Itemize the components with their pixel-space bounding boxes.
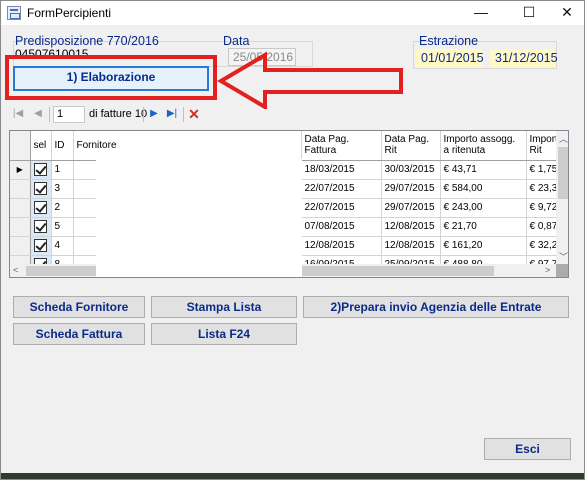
column-header-data-pag-fattura[interactable]: Data Pag. Fattura [301,131,382,161]
id-cell[interactable]: 1 [51,160,74,180]
esci-button[interactable]: Esci [484,438,571,460]
data-pag-rit-cell[interactable]: 12/08/2015 [381,236,441,256]
import-rit-cell[interactable]: € 32,2 [526,236,556,256]
import-rit-cell[interactable]: € 9,72 [526,198,556,218]
move-previous-icon[interactable]: ◀ [31,107,45,121]
import-rit-cell[interactable]: € 1,75 [526,160,556,180]
prepara-invio-button[interactable]: 2)Prepara invio Agenzia delle Entrate [303,296,569,318]
import-rit-cell[interactable]: € 23,3 [526,179,556,199]
importo-cell[interactable]: € 21,70 [440,217,527,237]
column-header-data-pag-rit[interactable]: Data Pag. Rit [381,131,441,161]
data-pag-fattura-cell[interactable]: 18/03/2015 [301,160,382,180]
importo-cell[interactable]: € 161,20 [440,236,527,256]
estrazione-label: Estrazione [419,34,479,48]
data-pag-rit-cell[interactable]: 30/03/2015 [381,160,441,180]
row-header[interactable]: ▶ [10,160,31,180]
predisposizione-label: Predisposizione 770/2016 [15,34,159,48]
data-pag-fattura-cell[interactable]: 12/08/2015 [301,236,382,256]
highlight-box [5,55,217,100]
column-header-fornitore[interactable]: Fornitore [73,131,302,161]
row-header-corner [10,131,31,161]
stampa-lista-button[interactable]: Stampa Lista [151,296,297,318]
close-button[interactable]: ✕ [550,1,584,25]
move-first-icon[interactable]: |◀ [11,107,25,121]
background-strip [1,473,584,479]
id-cell[interactable]: 3 [51,179,74,199]
lista-f24-button[interactable]: Lista F24 [151,323,297,345]
binding-navigator: |◀ ◀ 1 di fatture 10 ▶ ▶| ✕ [9,105,577,125]
vertical-scroll-thumb[interactable] [558,147,568,199]
data-label: Data [223,34,250,48]
row-header[interactable] [10,179,31,199]
scroll-up-icon[interactable]: ︿ [559,132,568,145]
data-pag-fattura-cell[interactable]: 22/07/2015 [301,179,382,199]
nav-separator [49,107,50,122]
form-window: FormPercipienti — ☐ ✕ Predisposizione 77… [0,0,585,480]
data-pag-rit-cell[interactable]: 12/08/2015 [381,217,441,237]
estrazione-to-field[interactable]: 31/12/2015 [490,49,558,67]
move-last-icon[interactable]: ▶| [165,107,179,121]
redacted-area [96,159,302,277]
row-header[interactable] [10,198,31,218]
sel-checkbox[interactable] [34,201,47,214]
grid-header-row: sel ID Fornitore Data Pag. Fattura Data … [10,131,556,161]
sel-checkbox-cell[interactable] [30,255,52,264]
title-bar: FormPercipienti — ☐ ✕ [1,1,584,25]
delete-icon[interactable]: ✕ [187,107,201,121]
data-pag-fattura-cell[interactable]: 22/07/2015 [301,198,382,218]
id-cell[interactable]: 8 [51,255,74,264]
column-header-id[interactable]: ID [51,131,74,161]
move-next-icon[interactable]: ▶ [147,107,161,121]
window-title: FormPercipienti [27,6,112,20]
importo-cell[interactable]: € 43,71 [440,160,527,180]
importo-cell[interactable]: € 488,80 [440,255,527,264]
column-header-importo[interactable]: Importo assogg. a ritenuta [440,131,527,161]
minimize-button[interactable]: — [464,1,498,25]
column-header-sel[interactable]: sel [30,131,52,161]
sel-checkbox[interactable] [34,239,47,252]
id-cell[interactable]: 4 [51,236,74,256]
scroll-left-icon[interactable]: < [13,265,18,275]
scroll-down-icon[interactable]: ﹀ [559,250,568,263]
scheda-fornitore-button[interactable]: Scheda Fornitore [13,296,145,318]
sel-checkbox-cell[interactable] [30,217,52,237]
sel-checkbox-cell[interactable] [30,236,52,256]
row-header[interactable] [10,217,31,237]
sel-checkbox[interactable] [34,163,47,176]
sel-checkbox[interactable] [34,220,47,233]
data-pag-rit-cell[interactable]: 25/09/2015 [381,255,441,264]
estrazione-from-field[interactable]: 01/01/2015 [416,49,484,67]
sel-checkbox-cell[interactable] [30,198,52,218]
data-pag-rit-cell[interactable]: 29/07/2015 [381,179,441,199]
data-pag-fattura-cell[interactable]: 16/09/2015 [301,255,382,264]
id-cell[interactable]: 2 [51,198,74,218]
scheda-fattura-button[interactable]: Scheda Fattura [13,323,145,345]
nav-separator [143,107,144,122]
import-rit-cell[interactable]: € 0,87 [526,217,556,237]
row-header[interactable] [10,255,31,264]
row-header[interactable] [10,236,31,256]
maximize-button[interactable]: ☐ [512,1,546,25]
red-arrow-icon [217,51,403,109]
data-pag-fattura-cell[interactable]: 07/08/2015 [301,217,382,237]
importo-cell[interactable]: € 243,00 [440,198,527,218]
data-pag-rit-cell[interactable]: 29/07/2015 [381,198,441,218]
scroll-right-icon[interactable]: > [545,265,550,275]
vertical-scrollbar[interactable]: ︿ ﹀ [556,131,568,264]
count-label: di fatture 10 [89,108,148,120]
sel-checkbox[interactable] [34,182,47,195]
id-cell[interactable]: 5 [51,217,74,237]
current-row-indicator-icon: ▶ [16,165,23,174]
app-icon [7,6,21,20]
import-rit-cell[interactable]: € 97,7 [526,255,556,264]
sel-checkbox-cell[interactable] [30,179,52,199]
sel-checkbox-cell[interactable] [30,160,52,180]
importo-cell[interactable]: € 584,00 [440,179,527,199]
nav-separator [183,107,184,122]
column-header-import-rit[interactable]: Import Rit [526,131,556,161]
current-position-input[interactable]: 1 [53,106,85,123]
